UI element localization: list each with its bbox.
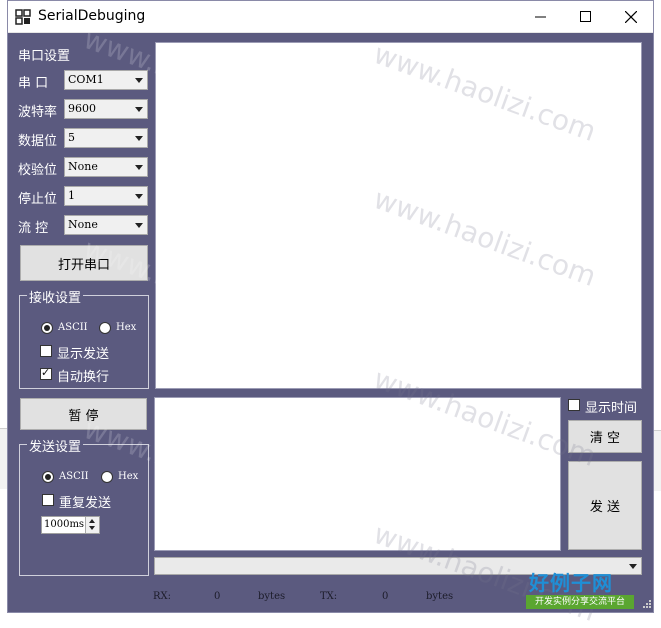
send-textarea[interactable] <box>154 397 561 551</box>
interval-value: 1000ms <box>44 519 85 530</box>
port-value: COM1 <box>68 73 104 86</box>
parity-value: None <box>68 160 98 173</box>
tx-label: TX: <box>320 591 338 602</box>
port-label: 串 口 <box>18 76 49 91</box>
minimize-button[interactable] <box>518 1 563 32</box>
auto-newline-checkbox[interactable] <box>40 366 52 380</box>
send-settings-group: 发送设置 ASCII Hex 重复发送 1000ms <box>19 436 149 576</box>
title-bar[interactable]: SerialDebuging <box>8 1 653 33</box>
databits-value: 5 <box>68 131 75 144</box>
send-settings-title: 发送设置 <box>27 436 84 455</box>
receive-textarea[interactable] <box>155 42 642 389</box>
repeat-send-label: 重复发送 <box>59 496 112 511</box>
spinner-up-icon[interactable] <box>89 519 95 523</box>
logo-title: 好例子网 <box>529 571 613 595</box>
maximize-button[interactable] <box>563 1 608 32</box>
databits-label: 数据位 <box>18 134 58 149</box>
maximize-icon <box>580 11 591 22</box>
receive-settings-title: 接收设置 <box>27 287 84 306</box>
show-time-label: 显示时间 <box>585 401 638 416</box>
flow-value: None <box>68 218 98 231</box>
databits-select[interactable]: 5 <box>64 128 148 148</box>
app-icon <box>15 9 31 25</box>
flow-select[interactable]: None <box>64 215 148 235</box>
rx-value: 0 <box>214 591 221 602</box>
chevron-down-icon <box>135 194 143 199</box>
flow-label: 流 控 <box>18 221 49 236</box>
send-hex-radio[interactable] <box>101 471 113 483</box>
receive-settings-group: 接收设置 ASCII Hex 显示发送 自动换行 <box>19 287 149 389</box>
show-time-checkbox[interactable] <box>568 399 580 411</box>
baud-select[interactable]: 9600 <box>64 99 148 119</box>
send-hex-label: Hex <box>118 471 139 482</box>
receive-ascii-radio[interactable] <box>41 322 53 334</box>
close-icon <box>624 10 637 23</box>
stopbits-label: 停止位 <box>18 192 58 207</box>
spinner-buttons[interactable] <box>85 517 99 533</box>
resize-grip-icon[interactable] <box>642 599 652 609</box>
open-port-button[interactable]: 打开串口 <box>20 245 148 281</box>
serial-settings-title: 串口设置 <box>18 49 71 64</box>
send-ascii-radio[interactable] <box>42 471 54 483</box>
window-title: SerialDebuging <box>38 8 146 24</box>
port-select[interactable]: COM1 <box>64 70 148 90</box>
chevron-down-icon <box>135 165 143 170</box>
background-window-sliver-right <box>654 430 661 491</box>
receive-ascii-label: ASCII <box>58 322 88 333</box>
logo-subtitle: 开发实例分享交流平台 <box>526 595 634 609</box>
receive-hex-radio[interactable] <box>99 322 111 334</box>
close-button[interactable] <box>608 1 653 32</box>
parity-label: 校验位 <box>18 163 58 178</box>
show-send-label: 显示发送 <box>57 347 110 362</box>
send-ascii-label: ASCII <box>59 471 89 482</box>
minimize-icon <box>535 16 546 18</box>
pause-button[interactable]: 暂 停 <box>20 398 147 430</box>
interval-spinner[interactable]: 1000ms <box>41 516 100 534</box>
auto-newline-label: 自动换行 <box>57 370 110 385</box>
chevron-down-icon <box>135 136 143 141</box>
baud-label: 波特率 <box>18 105 58 120</box>
chevron-down-icon <box>135 223 143 228</box>
repeat-send-checkbox[interactable] <box>42 494 54 506</box>
chevron-down-icon <box>135 107 143 112</box>
show-send-checkbox[interactable] <box>40 345 52 357</box>
parity-select[interactable]: None <box>64 157 148 177</box>
receive-hex-label: Hex <box>116 322 137 333</box>
stopbits-value: 1 <box>68 189 75 202</box>
baud-value: 9600 <box>68 102 96 115</box>
send-button[interactable]: 发 送 <box>568 461 642 550</box>
stopbits-select[interactable]: 1 <box>64 186 148 206</box>
rx-unit: bytes <box>258 591 286 602</box>
serial-debug-window: SerialDebuging 串口设置 串 口 COM1 波特率 9600 数据… <box>7 0 654 628</box>
chevron-down-icon <box>135 78 143 83</box>
tx-value: 0 <box>382 591 389 602</box>
clear-button[interactable]: 清 空 <box>568 420 642 453</box>
rx-label: RX: <box>153 591 172 602</box>
haolizi-logo: 好例子网 开发实例分享交流平台 <box>526 567 634 611</box>
spinner-down-icon[interactable] <box>89 526 95 530</box>
tx-unit: bytes <box>426 591 454 602</box>
